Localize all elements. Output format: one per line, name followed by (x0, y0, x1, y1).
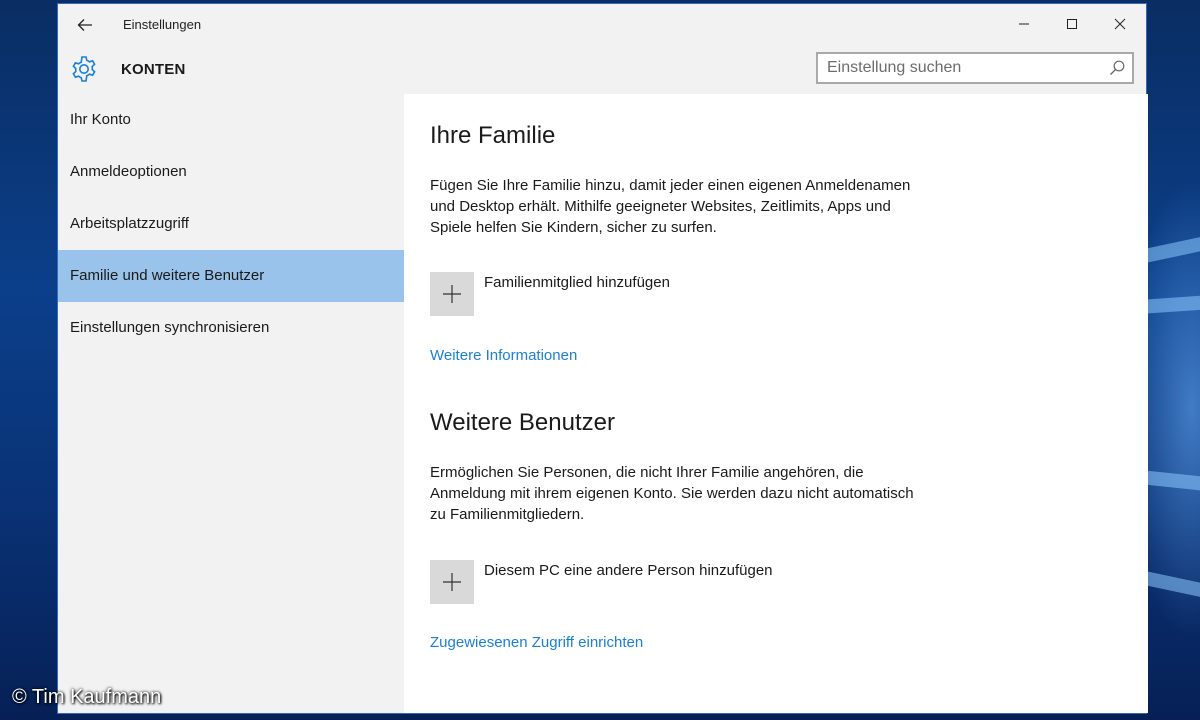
main-content: Ihre Familie Fügen Sie Ihre Familie hinz… (404, 94, 1148, 713)
close-button[interactable] (1096, 4, 1144, 44)
maximize-icon (1067, 19, 1077, 29)
back-arrow-icon (77, 19, 92, 31)
search-input[interactable] (818, 54, 1107, 82)
sidebar-item-arbeitsplatzzugriff[interactable]: Arbeitsplatzzugriff (58, 198, 404, 250)
family-description: Fügen Sie Ihre Familie hinzu, damit jede… (430, 177, 911, 236)
search-icon[interactable] (1108, 59, 1126, 77)
minimize-icon (1019, 23, 1029, 25)
add-person-label: Diesem PC eine andere Person hinzufügen (484, 562, 773, 579)
other-users-description: Ermöglichen Sie Personen, die nicht Ihre… (430, 464, 914, 523)
maximize-button[interactable] (1048, 4, 1096, 44)
window-title: Einstellungen (123, 17, 202, 32)
sidebar-item-anmeldeoptionen[interactable]: Anmeldeoptionen (58, 146, 404, 198)
close-icon (1114, 18, 1126, 30)
gear-icon (72, 56, 96, 82)
add-family-label: Familienmitglied hinzufügen (484, 274, 670, 291)
assigned-access-link[interactable]: Zugewiesenen Zugriff einrichten (430, 634, 643, 651)
family-heading: Ihre Familie (430, 122, 556, 149)
sidebar-item-synchronisieren[interactable]: Einstellungen synchronisieren (58, 302, 404, 354)
copyright-watermark: © Tim Kaufmann (12, 686, 162, 708)
title-bar[interactable]: Einstellungen (58, 4, 1146, 46)
more-info-link[interactable]: Weitere Informationen (430, 347, 577, 364)
other-users-heading: Weitere Benutzer (430, 409, 615, 436)
search-box[interactable] (816, 52, 1134, 84)
add-family-plus-box (430, 272, 474, 316)
add-person-plus-box (430, 560, 474, 604)
minimize-button[interactable] (1000, 4, 1048, 44)
plus-icon (443, 285, 461, 303)
sidebar-item-ihr-konto[interactable]: Ihr Konto (58, 94, 404, 146)
back-button[interactable] (72, 12, 98, 38)
page-title: KONTEN (121, 61, 186, 78)
page-header: KONTEN (58, 46, 1146, 94)
sidebar-item-familie[interactable]: Familie und weitere Benutzer (58, 250, 404, 302)
plus-icon (443, 573, 461, 591)
settings-window: Einstellungen KONTEN Einstellung suchen … (57, 3, 1148, 714)
sidebar: Ihr Konto Anmeldeoptionen Arbeitsplatzzu… (58, 94, 404, 713)
